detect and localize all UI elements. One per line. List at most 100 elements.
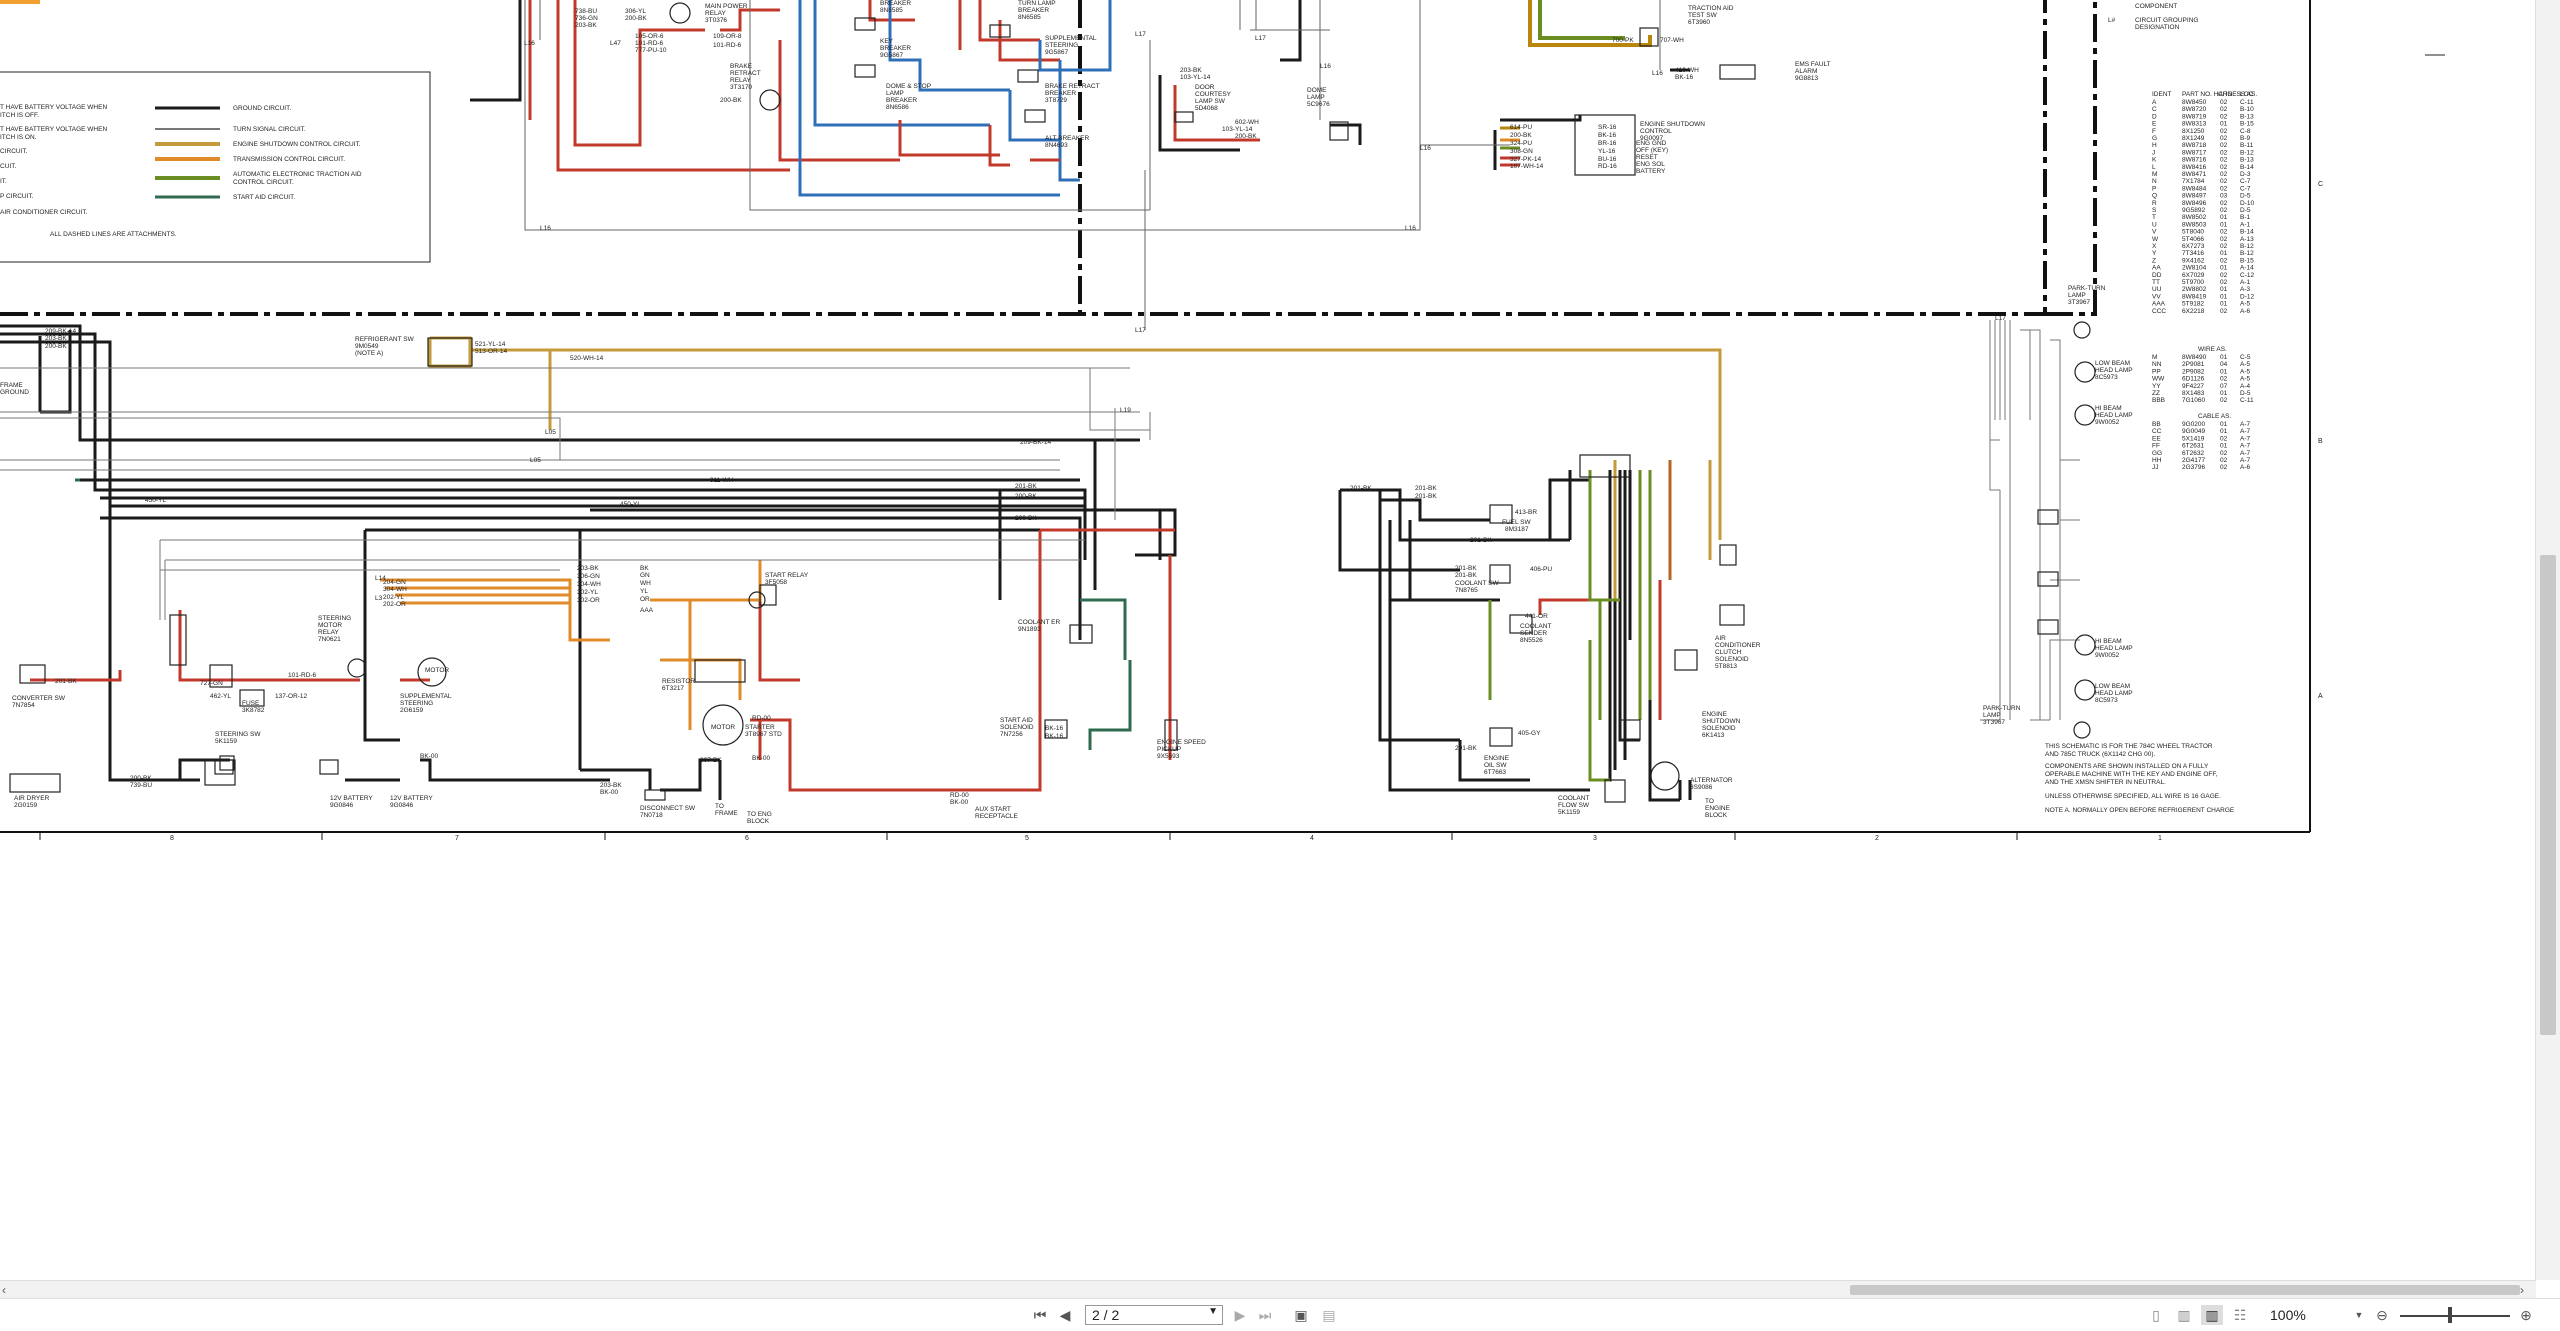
svg-text:200-BK: 200-BK xyxy=(1015,515,1037,522)
note-line: AND 785C TRUCK (6X1142 CHG 00). xyxy=(2045,751,2155,758)
label-coolant-sw: COOLANT SW xyxy=(1455,580,1499,587)
scroll-left-arrow-icon[interactable]: ‹ xyxy=(2,1281,6,1299)
key-table-cell: 5T4066 xyxy=(2182,236,2204,243)
svg-text:ALARM: ALARM xyxy=(1795,68,1817,75)
key-table-cell: 01 xyxy=(2220,293,2228,300)
svg-text:324-PU: 324-PU xyxy=(1510,140,1532,147)
grid-col: 8 xyxy=(170,835,174,842)
key-table-cell: 02 xyxy=(2220,376,2228,383)
prev-page-icon[interactable]: ◀ xyxy=(1055,1305,1075,1325)
key-table-cell: D-5 xyxy=(2240,390,2251,397)
svg-text:SOLENOID: SOLENOID xyxy=(1715,656,1749,663)
svg-text:8N6585: 8N6585 xyxy=(1018,14,1041,21)
label-disconnect-sw: DISCONNECT SW xyxy=(640,805,696,812)
last-page-icon[interactable]: ⏭ xyxy=(1255,1305,1275,1325)
svg-text:YL-16: YL-16 xyxy=(1598,148,1616,155)
svg-text:5C9676: 5C9676 xyxy=(1307,101,1330,108)
key-table-cell: K xyxy=(2152,157,2157,164)
zoom-dropdown-icon[interactable]: ▼ xyxy=(2352,1305,2366,1325)
continuous-view-icon[interactable]: ▥ xyxy=(2173,1305,2195,1325)
svg-text:FRAME: FRAME xyxy=(715,810,738,817)
key-table-cell: 02 xyxy=(2220,135,2228,142)
label-turn-lamp-breaker: TURN LAMP xyxy=(1018,0,1056,7)
fit-page-icon[interactable]: ▣ xyxy=(1290,1305,1312,1325)
svg-text:462-YL: 462-YL xyxy=(210,693,231,700)
vertical-scrollbar[interactable] xyxy=(2535,0,2560,1280)
key-table-cell: 02 xyxy=(2220,229,2228,236)
grid-col: 4 xyxy=(1310,835,1314,842)
svg-text:8N6585: 8N6585 xyxy=(880,7,903,14)
key-table-cell: 9F4227 xyxy=(2182,383,2204,390)
vertical-scrollbar-thumb[interactable] xyxy=(2540,555,2556,1035)
svg-text:AAA: AAA xyxy=(640,607,654,614)
label-breaker: BREAKER xyxy=(880,0,911,7)
key-table-cell: D-5 xyxy=(2240,207,2251,214)
zoom-level[interactable]: 100% xyxy=(2270,1305,2340,1325)
svg-text:COURTESY: COURTESY xyxy=(1195,91,1232,98)
svg-text:201-BK: 201-BK xyxy=(55,678,77,685)
key-table-cell: CCC xyxy=(2152,308,2166,315)
legend-text: CUIT. xyxy=(0,163,16,170)
label-to-engine-block: TO xyxy=(1705,798,1714,805)
key-table-cell: D-12 xyxy=(2240,293,2254,300)
fit-width-icon[interactable]: ▤ xyxy=(1318,1305,1340,1325)
two-page-view-icon[interactable]: ▥ xyxy=(2201,1305,2223,1325)
key-table-cell: N xyxy=(2152,178,2157,185)
svg-text:201-BK: 201-BK xyxy=(1470,537,1492,544)
svg-text:HEAD LAMP: HEAD LAMP xyxy=(2095,367,2133,374)
svg-text:777-PU-10: 777-PU-10 xyxy=(635,47,667,54)
svg-text:3T8729: 3T8729 xyxy=(1045,97,1067,104)
label-low-beam-2: LOW BEAM xyxy=(2095,683,2130,690)
key-table-cell: 9G5892 xyxy=(2182,207,2206,214)
svg-text:5K1159: 5K1159 xyxy=(1558,809,1580,816)
grid-col: 3 xyxy=(1593,835,1597,842)
key-table-cell: 01 xyxy=(2220,221,2228,228)
svg-text:200-BK: 200-BK xyxy=(625,15,647,22)
next-page-icon[interactable]: ▶ xyxy=(1230,1305,1250,1325)
key-table-cell: A-6 xyxy=(2240,308,2251,315)
svg-text:RETRACT: RETRACT xyxy=(730,70,761,77)
label-ems-fault: EMS FAULT xyxy=(1795,61,1831,68)
label-motor: MOTOR xyxy=(711,724,735,731)
key-table-cell: 03 xyxy=(2220,193,2228,200)
svg-text:413-BR: 413-BR xyxy=(1515,509,1537,516)
zoom-in-icon[interactable]: ⊕ xyxy=(2516,1305,2536,1325)
svg-text:(NOTE A): (NOTE A) xyxy=(355,350,383,357)
key-table-cell: DD xyxy=(2152,272,2162,279)
grid-row: C xyxy=(2318,181,2323,188)
horizontal-scrollbar-thumb[interactable] xyxy=(1850,1285,2520,1295)
key-table-cell: B-1 xyxy=(2240,214,2251,221)
svg-text:7N7854: 7N7854 xyxy=(12,702,35,709)
continuous-two-page-icon[interactable]: ☷ xyxy=(2229,1305,2251,1325)
key-table-cell: L xyxy=(2152,164,2156,171)
svg-text:7N8765: 7N8765 xyxy=(1455,587,1478,594)
svg-text:SHUTDOWN: SHUTDOWN xyxy=(1702,718,1741,725)
key-table-cell: C-5 xyxy=(2240,354,2251,361)
svg-text:CHG: CHG xyxy=(2218,91,2232,98)
key-table-cell: J xyxy=(2152,149,2155,156)
svg-text:L#: L# xyxy=(2108,17,2116,24)
page-number-field[interactable]: 2 / 2 ▼ xyxy=(1085,1305,1223,1325)
key-table-cell: A-5 xyxy=(2240,368,2251,375)
svg-text:DESIGNATION: DESIGNATION xyxy=(2135,24,2180,31)
key-table-cell: 5X1419 xyxy=(2182,435,2205,442)
svg-text:203-BK: 203-BK xyxy=(575,22,597,29)
key-table-cell: F xyxy=(2152,128,2156,135)
key-table-cell: BB xyxy=(2152,421,2161,428)
scroll-right-arrow-icon[interactable]: › xyxy=(2520,1281,2524,1299)
svg-text:L19: L19 xyxy=(1120,407,1131,414)
svg-text:L16: L16 xyxy=(1320,63,1331,70)
first-page-icon[interactable]: ⏮ xyxy=(1030,1305,1050,1325)
key-table-cell: 02 xyxy=(2220,149,2228,156)
key-table-cell: B-12 xyxy=(2240,250,2254,257)
zoom-slider-handle[interactable] xyxy=(2448,1307,2452,1323)
zoom-slider[interactable] xyxy=(2400,1315,2510,1317)
svg-text:8N6586: 8N6586 xyxy=(886,104,909,111)
horizontal-scrollbar[interactable]: ‹ › xyxy=(0,1280,2536,1299)
note-line: AND THE XMSN SHIFTER IN NEUTRAL. xyxy=(2045,779,2166,786)
chevron-down-icon[interactable]: ▼ xyxy=(1208,1306,1218,1317)
single-page-view-icon[interactable]: ▯ xyxy=(2145,1305,2167,1325)
zoom-out-icon[interactable]: ⊖ xyxy=(2372,1305,2392,1325)
label-start-relay: START RELAY xyxy=(765,572,809,579)
svg-text:LAMP: LAMP xyxy=(886,90,904,97)
